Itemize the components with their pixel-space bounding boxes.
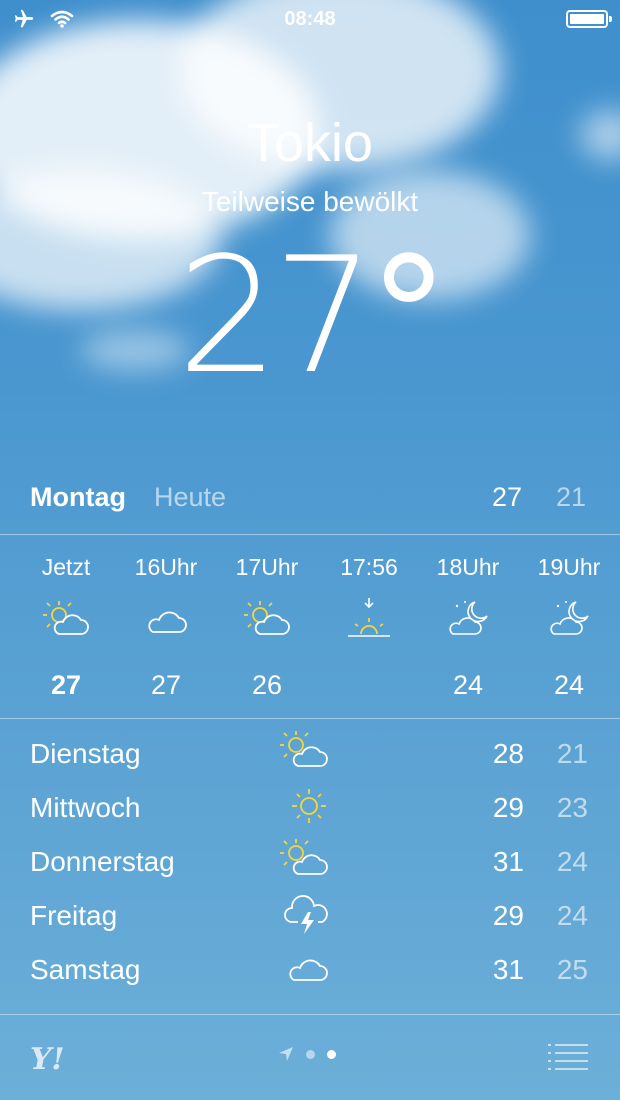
partly-cloudy-night-icon — [449, 601, 488, 635]
hour-time: 17:56 — [340, 554, 398, 580]
day-name: Dienstag — [30, 738, 141, 769]
hour-temp: 26 — [251, 670, 283, 700]
status-time: 08:48 — [284, 8, 336, 30]
today-high-temp: 27 — [491, 482, 522, 512]
daily-row: Donnerstag 31 24 — [0, 838, 620, 892]
day-high-temp: 29 — [492, 900, 524, 931]
city-name: Tokio — [246, 113, 374, 173]
divider-bottom — [0, 1014, 620, 1015]
hour-time: 19Uhr — [537, 554, 601, 580]
day-low-temp: 24 — [556, 846, 588, 877]
day-high-temp: 28 — [492, 738, 524, 769]
page-dot — [306, 1049, 315, 1059]
thunderstorm-icon — [284, 895, 328, 934]
status-bar: 08:48 — [0, 0, 620, 40]
location-arrow-icon — [279, 1047, 293, 1061]
day-low-temp: 23 — [556, 792, 588, 823]
hour-temp: 24 — [553, 670, 585, 700]
day-low-temp: 24 — [556, 900, 588, 931]
daily-row: Freitag 29 24 — [0, 892, 620, 946]
today-label: Heute — [154, 482, 227, 512]
partly-sunny-icon — [43, 601, 89, 635]
day-high-temp: 31 — [492, 846, 524, 877]
degree-symbol: ° — [368, 222, 449, 409]
day-low-temp: 21 — [556, 738, 588, 769]
sunset-icon — [348, 598, 390, 637]
partly-cloudy-night-icon — [550, 601, 589, 635]
hour-time: Jetzt — [41, 554, 91, 580]
current-condition: Teilweise bewölkt — [201, 186, 419, 217]
bottom-toolbar: Y! — [0, 1016, 620, 1100]
page-dot-active — [327, 1049, 336, 1059]
today-day-name: Montag — [30, 482, 126, 512]
current-temperature: 27° — [0, 222, 620, 409]
list-icon[interactable] — [546, 1042, 590, 1072]
daily-row: Dienstag 28 21 — [0, 730, 620, 784]
day-high-temp: 31 — [492, 954, 524, 985]
today-low-temp: 21 — [555, 482, 586, 512]
hour-time: 17Uhr — [235, 554, 299, 580]
cloud-icon — [148, 611, 187, 633]
day-name: Freitag — [30, 900, 118, 931]
daily-row: Samstag 31 25 — [0, 946, 620, 1000]
partly-sunny-icon — [280, 839, 328, 875]
sun-icon — [292, 789, 326, 823]
partly-sunny-icon — [280, 731, 328, 767]
daily-row: Mittwoch 29 23 — [0, 784, 620, 838]
battery-icon — [566, 10, 612, 28]
hour-temp: 27 — [50, 670, 82, 700]
day-low-temp: 25 — [556, 954, 588, 985]
day-high-temp: 29 — [492, 792, 524, 823]
cloud-icon — [289, 959, 328, 981]
hour-time: 18Uhr — [436, 554, 500, 580]
day-name: Mittwoch — [30, 792, 141, 823]
today-summary-row: Montag Heute 27 21 — [0, 478, 620, 522]
divider-top — [0, 534, 620, 535]
yahoo-logo[interactable]: Y! — [30, 1042, 65, 1077]
page-indicator[interactable] — [278, 1046, 336, 1062]
divider-middle — [0, 718, 620, 719]
hour-temp: 27 — [150, 670, 182, 700]
partly-sunny-icon — [244, 601, 290, 635]
day-name: Donnerstag — [30, 846, 175, 877]
temperature-value: 27 — [177, 222, 375, 409]
hour-time: 16Uhr — [134, 554, 198, 580]
hourly-forecast[interactable]: Jetzt 27 16Uhr 27 17Uhr 26 17:56 18Uhr 2… — [0, 540, 620, 710]
day-name: Samstag — [30, 954, 141, 985]
hour-temp: 24 — [452, 670, 484, 700]
